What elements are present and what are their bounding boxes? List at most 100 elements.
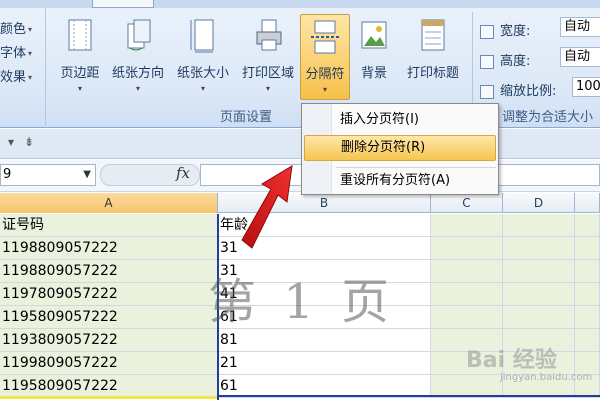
cell-a[interactable]: 1195809057222 bbox=[0, 306, 218, 329]
page-number-watermark: 第 1 页 bbox=[208, 274, 396, 330]
width-label: 宽度: bbox=[500, 24, 531, 39]
cell-c[interactable] bbox=[431, 306, 503, 329]
cell-b[interactable]: 81 bbox=[218, 329, 431, 352]
name-box[interactable]: 9 ▼ bbox=[0, 164, 96, 186]
cell-d[interactable] bbox=[503, 237, 575, 260]
cell-b-header[interactable]: 年龄 bbox=[218, 214, 431, 237]
theme-colors-button[interactable]: 颜色 ▾ bbox=[0, 18, 32, 40]
scale-row: 缩放比例: bbox=[480, 80, 556, 102]
dropdown-arrow-icon: ▾ bbox=[77, 84, 82, 93]
column-header-e[interactable] bbox=[575, 193, 600, 213]
dropdown-arrow-icon[interactable]: ▼ bbox=[83, 165, 91, 185]
breaks-label: 分隔符 bbox=[305, 67, 345, 82]
orientation-button[interactable]: 纸张方向 ▾ bbox=[106, 14, 170, 100]
width-select[interactable]: 自动 bbox=[560, 17, 600, 37]
cell-a[interactable]: 1195809057222 bbox=[0, 375, 218, 398]
orientation-icon bbox=[127, 19, 151, 51]
paper-size-label: 纸张大小 bbox=[176, 66, 229, 81]
theme-colors-label: 颜色 bbox=[0, 22, 27, 37]
theme-effects-label: 效果 bbox=[0, 70, 27, 85]
paper-size-button[interactable]: 纸张大小 ▾ bbox=[171, 14, 235, 100]
column-header-a[interactable]: A bbox=[0, 193, 218, 213]
tab-page-layout[interactable] bbox=[92, 0, 154, 8]
cell-e[interactable] bbox=[575, 260, 600, 283]
dropdown-arrow-icon: ▾ bbox=[28, 25, 33, 34]
paper-size-icon bbox=[190, 19, 214, 53]
cell-e[interactable] bbox=[575, 214, 600, 237]
column-header-b[interactable]: B bbox=[218, 193, 431, 213]
breaks-dropdown-menu: 插入分页符(I) 删除分页符(R) 重设所有分页符(A) bbox=[301, 103, 499, 195]
customize-icon[interactable]: ▾ bbox=[8, 135, 14, 149]
cell-a[interactable]: 1198809057222 bbox=[0, 260, 218, 283]
baidu-jingyan-url: jingyan.baidu.com bbox=[500, 372, 593, 383]
cell-d[interactable] bbox=[503, 260, 575, 283]
orientation-label: 纸张方向 bbox=[111, 66, 164, 81]
name-box-value: 9 bbox=[3, 167, 12, 182]
scale-input[interactable]: 100 bbox=[572, 77, 600, 97]
reset-all-page-breaks-item[interactable]: 重设所有分页符(A) bbox=[304, 168, 496, 194]
theme-fonts-button[interactable]: 字体 ▾ bbox=[0, 42, 32, 64]
dropdown-arrow-icon: ▾ bbox=[322, 85, 327, 94]
cell-a[interactable]: 1193809057222 bbox=[0, 329, 218, 352]
cell-c[interactable] bbox=[431, 283, 503, 306]
themes-group: 颜色 ▾ 字体 ▾ 效果 ▾ bbox=[0, 8, 46, 128]
cell-a-header[interactable]: 证号码 bbox=[0, 214, 218, 237]
scale-checkbox[interactable] bbox=[480, 84, 494, 99]
page-break-icon bbox=[311, 20, 339, 54]
cell-c[interactable] bbox=[431, 214, 503, 237]
column-header-c[interactable]: C bbox=[431, 193, 503, 213]
height-icon bbox=[480, 54, 494, 69]
print-titles-label: 打印标题 bbox=[406, 66, 459, 81]
background-label: 背景 bbox=[360, 66, 387, 81]
margins-button[interactable]: 页边距 ▾ bbox=[54, 14, 106, 100]
cell-a[interactable]: 1198809057222 bbox=[0, 237, 218, 260]
height-row: 高度: bbox=[480, 50, 530, 72]
height-label: 高度: bbox=[500, 54, 531, 69]
print-titles-button[interactable]: 打印标题 bbox=[398, 14, 468, 100]
cell-b[interactable]: 31 bbox=[218, 237, 431, 260]
insert-page-break-item[interactable]: 插入分页符(I) bbox=[304, 107, 496, 133]
page-setup-group-label: 页面设置 bbox=[220, 110, 273, 125]
baidu-jingyan-watermark: Bai 经验 bbox=[466, 348, 557, 373]
cell-c[interactable] bbox=[431, 260, 503, 283]
dropdown-arrow-icon: ▾ bbox=[28, 49, 33, 58]
cell-e[interactable] bbox=[575, 237, 600, 260]
print-area-icon bbox=[256, 19, 282, 51]
margins-label: 页边距 bbox=[60, 66, 100, 81]
cell-c[interactable] bbox=[431, 237, 503, 260]
remove-page-break-item[interactable]: 删除分页符(R) bbox=[304, 135, 496, 161]
cell-d[interactable] bbox=[503, 306, 575, 329]
customize-quick-access-icon[interactable]: ⇟ bbox=[24, 135, 34, 149]
cell-a[interactable]: 1197809057222 bbox=[0, 283, 218, 306]
page-boundary-line bbox=[0, 396, 217, 399]
cell-e[interactable] bbox=[575, 329, 600, 352]
background-image-icon bbox=[361, 21, 387, 49]
scale-label: 缩放比例: bbox=[500, 84, 557, 99]
ribbon-tab-strip bbox=[0, 0, 600, 8]
width-icon bbox=[480, 24, 494, 39]
theme-fonts-label: 字体 bbox=[0, 46, 27, 61]
width-row: 宽度: bbox=[480, 20, 530, 42]
cell-d[interactable] bbox=[503, 214, 575, 237]
margins-icon bbox=[68, 19, 92, 51]
theme-effects-button[interactable]: 效果 ▾ bbox=[0, 66, 32, 88]
dropdown-arrow-icon: ▾ bbox=[135, 84, 140, 93]
quick-access-bar: ▾ ⇟ bbox=[0, 129, 600, 159]
page-break-line-horizontal[interactable] bbox=[217, 395, 600, 397]
print-titles-icon bbox=[421, 19, 445, 51]
formula-bar: 9 ▼ bbox=[0, 160, 600, 192]
cell-a[interactable]: 1199809057222 bbox=[0, 352, 218, 375]
cell-b[interactable]: 21 bbox=[218, 352, 431, 375]
cell-e[interactable] bbox=[575, 306, 600, 329]
breaks-button[interactable]: 分隔符 ▾ bbox=[300, 14, 350, 100]
cell-d[interactable] bbox=[503, 283, 575, 306]
dropdown-arrow-icon: ▾ bbox=[265, 84, 270, 93]
background-button[interactable]: 背景 bbox=[354, 14, 394, 100]
print-area-button[interactable]: 打印区域 ▾ bbox=[237, 14, 299, 100]
height-select[interactable]: 自动 bbox=[560, 47, 600, 67]
print-area-label: 打印区域 bbox=[241, 66, 294, 81]
column-header-d[interactable]: D bbox=[503, 193, 575, 213]
dropdown-arrow-icon: ▾ bbox=[28, 73, 33, 82]
insert-function-icon[interactable]: fx bbox=[176, 164, 190, 182]
cell-e[interactable] bbox=[575, 283, 600, 306]
